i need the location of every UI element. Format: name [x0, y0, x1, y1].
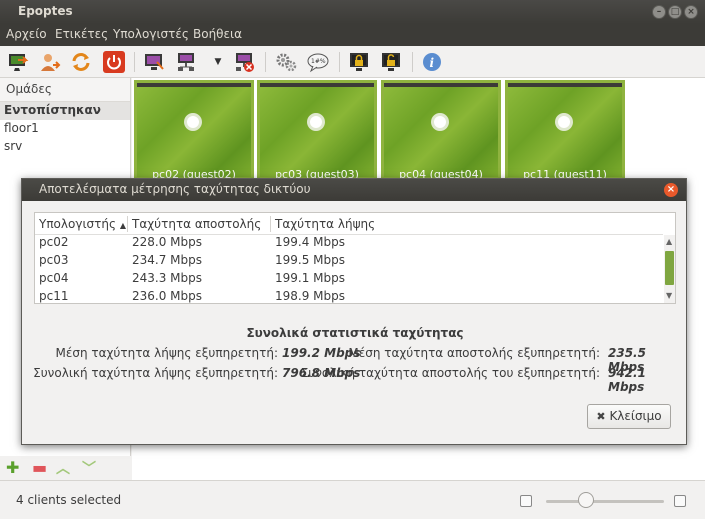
- group-item-detected[interactable]: Εντοπίστηκαν: [0, 102, 130, 120]
- cell-host: pc02: [39, 235, 69, 249]
- close-button[interactable]: ✖ Κλείσιμο: [587, 404, 671, 429]
- menu-file[interactable]: Αρχείο: [6, 27, 47, 41]
- zoom-in-icon[interactable]: [674, 495, 686, 507]
- dialog-titlebar: Αποτελέσματα μέτρησης ταχύτητας δικτύου …: [22, 179, 686, 201]
- network-icon[interactable]: [175, 51, 197, 73]
- stats-title: Συνολικά στατιστικά ταχύτητας: [246, 326, 464, 340]
- cell-host: pc11: [39, 289, 69, 303]
- settings-icon[interactable]: [275, 51, 297, 73]
- table-row[interactable]: pc02 228.0 Mbps 199.4 Mbps: [35, 235, 663, 253]
- ubuntu-logo-icon: [431, 113, 449, 131]
- login-icon[interactable]: [7, 51, 29, 73]
- avg-send-label: Μέση ταχύτητα αποστολής εξυπηρετητή:: [348, 346, 600, 360]
- ubuntu-logo-icon: [307, 113, 325, 131]
- group-item-srv[interactable]: srv: [0, 138, 130, 156]
- client-thumbnail[interactable]: pc03 (guest03): [257, 80, 377, 181]
- info-icon[interactable]: i: [421, 51, 443, 73]
- cell-host: pc04: [39, 271, 69, 285]
- zoom-slider-handle[interactable]: [578, 492, 595, 508]
- add-icon[interactable]: ✚: [6, 458, 19, 477]
- window-title: Epoptes: [18, 4, 73, 18]
- close-button-icon: ✖: [596, 410, 606, 423]
- toolbar-separator: [339, 52, 340, 72]
- broadcast-screen-icon[interactable]: [143, 51, 165, 73]
- unlock-screen-icon[interactable]: [380, 51, 402, 73]
- sort-ascending-icon: ▲: [119, 221, 126, 230]
- close-button-label: Κλείσιμο: [609, 409, 662, 423]
- window-titlebar: Epoptes – □ ×: [0, 0, 705, 24]
- statusbar: 4 clients selected: [0, 480, 705, 519]
- scroll-down-icon[interactable]: ▼: [666, 291, 672, 300]
- scroll-up-icon[interactable]: ▲: [666, 237, 672, 246]
- toolbar-separator: [265, 52, 266, 72]
- groups-toolbar: ✚ ▬ ︿ ﹀: [0, 456, 131, 480]
- svg-text:1#%: 1#%: [311, 58, 326, 65]
- menubar: Αρχείο Ετικέτες Υπολογιστές Βοήθεια: [0, 24, 705, 46]
- client-thumbnail[interactable]: pc04 (guest04): [381, 80, 501, 181]
- dropdown-arrow-icon[interactable]: ▼: [207, 51, 229, 73]
- group-item-floor1[interactable]: floor1: [0, 120, 130, 138]
- maximize-icon[interactable]: □: [668, 5, 682, 19]
- dialog-title: Αποτελέσματα μέτρησης ταχύτητας δικτύου: [39, 182, 311, 196]
- cell-recv: 198.9 Mbps: [275, 289, 346, 303]
- move-up-icon[interactable]: ︿: [56, 458, 70, 478]
- client-screen-topbar: [260, 83, 374, 87]
- ubuntu-logo-icon: [555, 113, 573, 131]
- client-thumbnail[interactable]: pc11 (guest11): [505, 80, 625, 181]
- column-separator: [127, 216, 128, 232]
- table-row[interactable]: pc04 243.3 Mbps 199.1 Mbps: [35, 271, 663, 289]
- selection-status: 4 clients selected: [16, 493, 122, 507]
- toolbar-separator: [134, 52, 135, 72]
- client-screen-topbar: [508, 83, 622, 87]
- menu-help[interactable]: Βοήθεια: [193, 27, 242, 41]
- results-table: Υπολογιστής ▲ Ταχύτητα αποστολής Ταχύτητ…: [34, 212, 676, 304]
- cell-recv: 199.1 Mbps: [275, 271, 346, 285]
- table-row[interactable]: pc11 236.0 Mbps 198.9 Mbps: [35, 289, 663, 303]
- client-screen-topbar: [384, 83, 498, 87]
- move-down-icon[interactable]: ﹀: [82, 458, 96, 478]
- cell-send: 243.3 Mbps: [132, 271, 203, 285]
- zoom-out-icon[interactable]: [520, 495, 532, 507]
- table-scrollbar[interactable]: ▲ ▼: [664, 235, 675, 303]
- table-header: Υπολογιστής ▲ Ταχύτητα αποστολής Ταχύτητ…: [35, 213, 663, 235]
- svg-text:i: i: [430, 56, 435, 70]
- stop-broadcast-icon[interactable]: [233, 51, 255, 73]
- cell-recv: 199.5 Mbps: [275, 253, 346, 267]
- column-separator: [270, 216, 271, 232]
- table-row[interactable]: pc03 234.7 Mbps 199.5 Mbps: [35, 253, 663, 271]
- minimize-icon[interactable]: –: [652, 5, 666, 19]
- remove-icon[interactable]: ▬: [32, 458, 47, 477]
- scrollbar-thumb[interactable]: [665, 251, 674, 285]
- cell-host: pc03: [39, 253, 69, 267]
- power-icon[interactable]: [103, 51, 125, 73]
- speed-test-dialog: Αποτελέσματα μέτρησης ταχύτητας δικτύου …: [21, 178, 687, 445]
- groups-header[interactable]: Ομάδες: [0, 78, 130, 102]
- menu-computers[interactable]: Υπολογιστές: [113, 27, 189, 41]
- refresh-icon[interactable]: [70, 51, 92, 73]
- menu-labels[interactable]: Ετικέτες: [55, 27, 108, 41]
- column-header-computer[interactable]: Υπολογιστής ▲: [39, 217, 126, 231]
- total-send-value: 942.1 Mbps: [608, 366, 646, 394]
- column-header-send[interactable]: Ταχύτητα αποστολής: [132, 217, 261, 231]
- cell-send: 234.7 Mbps: [132, 253, 203, 267]
- lock-screen-icon[interactable]: [348, 51, 370, 73]
- zoom-slider[interactable]: [546, 500, 664, 503]
- total-send-label: Συνολική ταχύτητα αποστολής του εξυπηρετ…: [300, 366, 600, 380]
- ubuntu-logo-icon: [184, 113, 202, 131]
- close-icon[interactable]: ×: [684, 5, 698, 19]
- cell-recv: 199.4 Mbps: [275, 235, 346, 249]
- dialog-close-icon[interactable]: ×: [664, 183, 678, 197]
- user-icon[interactable]: [39, 51, 61, 73]
- cell-send: 236.0 Mbps: [132, 289, 203, 303]
- column-header-recv[interactable]: Ταχύτητα λήψης: [275, 217, 375, 231]
- client-screen-topbar: [137, 83, 251, 87]
- avg-recv-label: Μέση ταχύτητα λήψης εξυπηρετητή:: [55, 346, 279, 360]
- client-thumbnail[interactable]: pc02 (guest02): [134, 80, 254, 181]
- cell-send: 228.0 Mbps: [132, 235, 203, 249]
- message-icon[interactable]: 1#%: [307, 51, 329, 73]
- toolbar-separator: [412, 52, 413, 72]
- total-recv-label: Συνολική ταχύτητα λήψης εξυπηρετητή:: [33, 366, 278, 380]
- toolbar: ▼ 1#% i: [0, 46, 705, 78]
